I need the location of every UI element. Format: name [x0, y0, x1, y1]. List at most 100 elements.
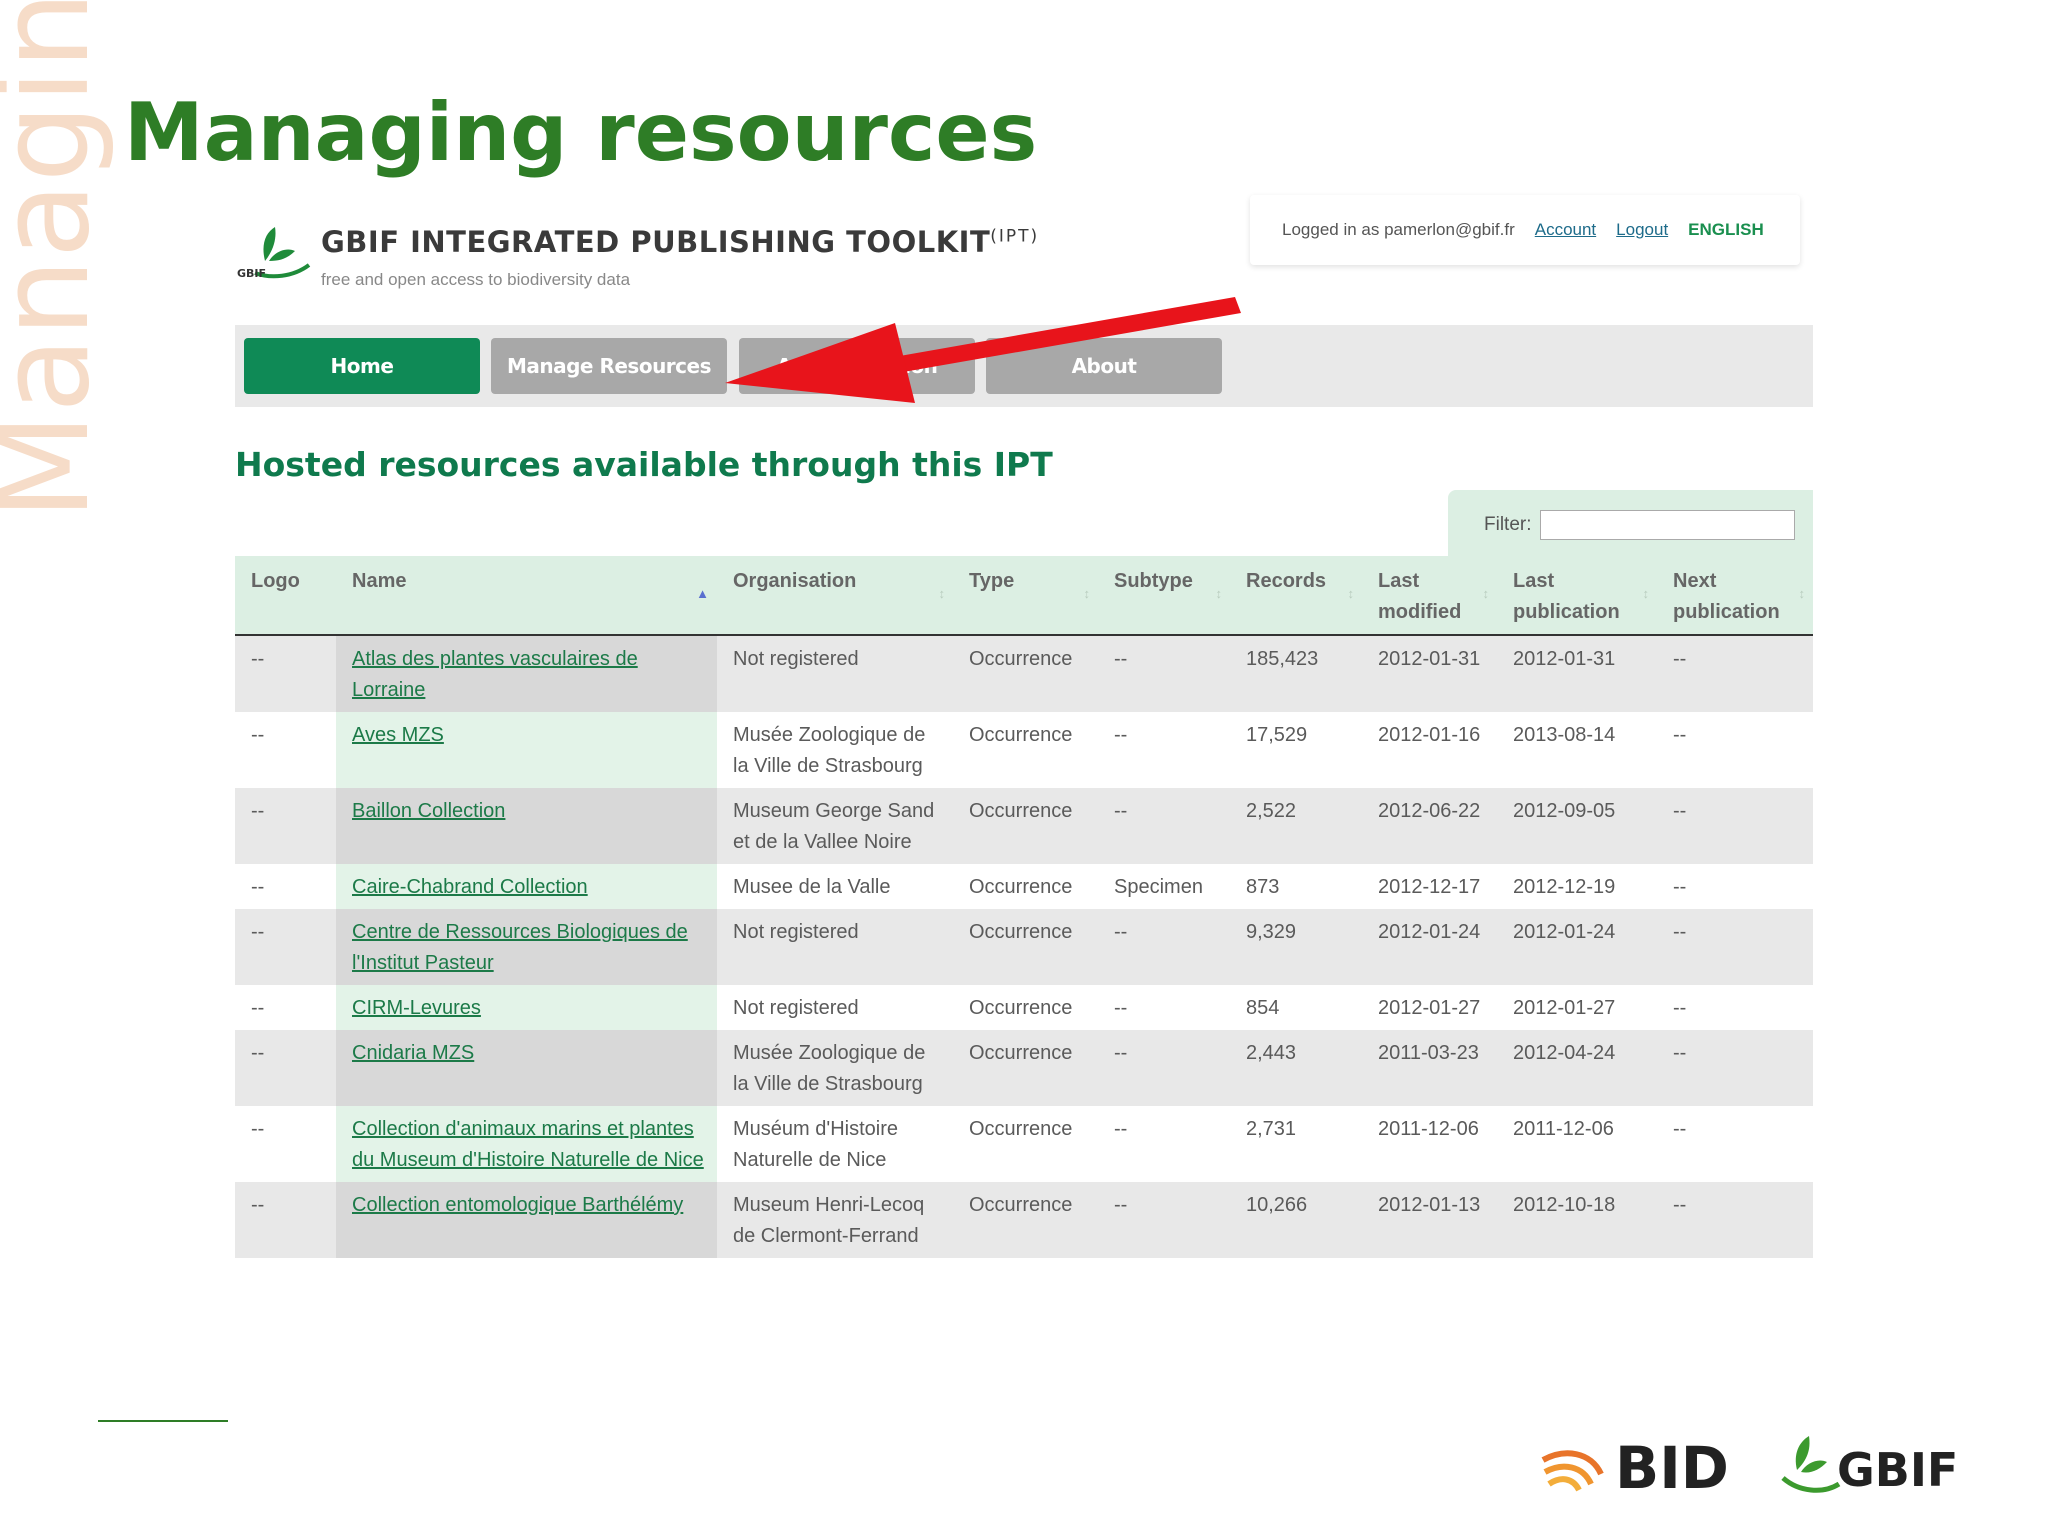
cell-next-publication: -- [1657, 712, 1813, 788]
footer-divider [98, 1420, 228, 1422]
sort-ascending-icon[interactable]: ▲ [696, 578, 709, 609]
cell-subtype: -- [1098, 635, 1230, 712]
column-header-label: Records [1246, 570, 1327, 592]
cell-organisation: Not registered [717, 985, 953, 1030]
sort-icon[interactable]: ↕ [1084, 578, 1091, 609]
column-header-organisation[interactable]: Organisation ↕ [717, 556, 953, 636]
cell-logo: -- [235, 788, 336, 864]
gbif-logo-text: GBIF [237, 267, 266, 280]
resources-table: Logo Name ▲ Organisation ↕ Type ↕ Subtype ↕ Recor… [235, 556, 1813, 1258]
resource-name-link[interactable]: Collection entomologique Barthélémy [352, 1194, 683, 1216]
cell-last-publication: 2011-12-06 [1497, 1106, 1657, 1182]
column-header-label: Logo [251, 570, 300, 592]
column-header-last-modified[interactable]: Last modified ↕ [1362, 556, 1497, 636]
column-header-name[interactable]: Name ▲ [336, 556, 717, 636]
cell-last-publication: 2012-01-27 [1497, 985, 1657, 1030]
cell-organisation: Museum Henri-Lecoq de Clermont-Ferrand [717, 1182, 953, 1258]
cell-organisation: Musee de la Valle [717, 864, 953, 909]
column-header-subtype[interactable]: Subtype ↕ [1098, 556, 1230, 636]
cell-logo: -- [235, 1182, 336, 1258]
column-header-type[interactable]: Type ↕ [953, 556, 1098, 636]
section-heading: Hosted resources available through this … [235, 445, 1053, 484]
column-header-logo: Logo [235, 556, 336, 636]
cell-subtype: -- [1098, 985, 1230, 1030]
bid-logo-text: BID [1615, 1434, 1729, 1500]
cell-type: Occurrence [953, 1182, 1098, 1258]
cell-logo: -- [235, 1106, 336, 1182]
cell-name: Caire-Chabrand Collection [336, 864, 717, 909]
cell-last-modified: 2012-01-16 [1362, 712, 1497, 788]
filter-label: Filter: [1484, 514, 1532, 535]
cell-subtype: Specimen [1098, 864, 1230, 909]
account-link[interactable]: Account [1535, 220, 1596, 240]
cell-last-publication: 2012-09-05 [1497, 788, 1657, 864]
sort-icon[interactable]: ↕ [1799, 578, 1806, 609]
resource-name-link[interactable]: Atlas des plantes vasculaires de Lorrain… [352, 648, 638, 701]
cell-logo: -- [235, 635, 336, 712]
table-body: -- Atlas des plantes vasculaires de Lorra… [235, 635, 1813, 1258]
column-header-next-publication[interactable]: Next publication ↕ [1657, 556, 1813, 636]
bid-logo-icon: BID [1541, 1434, 1729, 1500]
column-header-label: Type [969, 570, 1015, 592]
resource-name-link[interactable]: Centre de Ressources Biologiques de l'In… [352, 921, 688, 974]
resource-name-link[interactable]: Cnidaria MZS [352, 1042, 474, 1064]
sort-icon[interactable]: ↕ [1643, 578, 1650, 609]
cell-subtype: -- [1098, 1106, 1230, 1182]
column-header-label: Organisation [733, 570, 857, 592]
gbif-footer-logo-icon: GBIF [1781, 1436, 1955, 1497]
resource-name-link[interactable]: Baillon Collection [352, 800, 505, 822]
cell-last-modified: 2011-03-23 [1362, 1030, 1497, 1106]
resource-name-link[interactable]: Collection d'animaux marins et plantes d… [352, 1118, 704, 1171]
cell-next-publication: -- [1657, 985, 1813, 1030]
cell-next-publication: -- [1657, 909, 1813, 985]
sort-icon[interactable]: ↕ [1348, 578, 1355, 609]
column-header-label: Subtype [1114, 570, 1193, 592]
logout-link[interactable]: Logout [1616, 220, 1668, 240]
column-header-label: Last publication [1513, 570, 1620, 623]
table-row: -- CIRM-Levures Not registered Occurrence --… [235, 985, 1813, 1030]
language-selector[interactable]: ENGLISH [1688, 220, 1764, 240]
cell-last-modified: 2012-01-13 [1362, 1182, 1497, 1258]
column-header-last-publication[interactable]: Last publication ↕ [1497, 556, 1657, 636]
cell-name: CIRM-Levures [336, 985, 717, 1030]
cell-type: Occurrence [953, 1030, 1098, 1106]
cell-last-publication: 2012-12-19 [1497, 864, 1657, 909]
resource-name-link[interactable]: CIRM-Levures [352, 997, 481, 1019]
cell-type: Occurrence [953, 635, 1098, 712]
cell-logo: -- [235, 712, 336, 788]
cell-last-modified: 2012-01-31 [1362, 635, 1497, 712]
sort-icon[interactable]: ↕ [1216, 578, 1223, 609]
cell-next-publication: -- [1657, 1106, 1813, 1182]
cell-type: Occurrence [953, 909, 1098, 985]
cell-next-publication: -- [1657, 788, 1813, 864]
sort-icon[interactable]: ↕ [1483, 578, 1490, 609]
ipt-app-title: GBIF INTEGRATED PUBLISHING TOOLKIT(IPT) [321, 225, 1040, 259]
cell-logo: -- [235, 985, 336, 1030]
table-row: -- Aves MZS Musée Zoologique de la Ville d… [235, 712, 1813, 788]
column-header-records[interactable]: Records ↕ [1230, 556, 1362, 636]
nav-home-button[interactable]: Home [244, 338, 480, 394]
resource-name-link[interactable]: Aves MZS [352, 724, 444, 746]
nav-manage-resources-button[interactable]: Manage Resources [491, 338, 727, 394]
cell-last-modified: 2012-06-22 [1362, 788, 1497, 864]
cell-last-publication: 2012-04-24 [1497, 1030, 1657, 1106]
sort-icon[interactable]: ↕ [939, 578, 946, 609]
cell-records: 2,731 [1230, 1106, 1362, 1182]
ipt-tagline: free and open access to biodiversity dat… [321, 270, 631, 289]
resource-name-link[interactable]: Caire-Chabrand Collection [352, 876, 588, 898]
cell-name: Centre de Ressources Biologiques de l'In… [336, 909, 717, 985]
vertical-watermark-word: Managing [0, 0, 117, 520]
cell-records: 873 [1230, 864, 1362, 909]
filter-input[interactable] [1539, 510, 1795, 540]
gbif-footer-logo-text: GBIF [1837, 1443, 1955, 1497]
cell-last-modified: 2012-01-27 [1362, 985, 1497, 1030]
cell-organisation: Muséum d'Histoire Naturelle de Nice [717, 1106, 953, 1182]
cell-records: 185,423 [1230, 635, 1362, 712]
cell-logo: -- [235, 1030, 336, 1106]
table-row: -- Caire-Chabrand Collection Musee de la V… [235, 864, 1813, 909]
cell-type: Occurrence [953, 1106, 1098, 1182]
cell-organisation: Not registered [717, 635, 953, 712]
cell-name: Cnidaria MZS [336, 1030, 717, 1106]
cell-last-modified: 2012-01-24 [1362, 909, 1497, 985]
ipt-screenshot: GBIF GBIF INTEGRATED PUBLISHING TOOLKIT(… [235, 195, 1815, 1435]
